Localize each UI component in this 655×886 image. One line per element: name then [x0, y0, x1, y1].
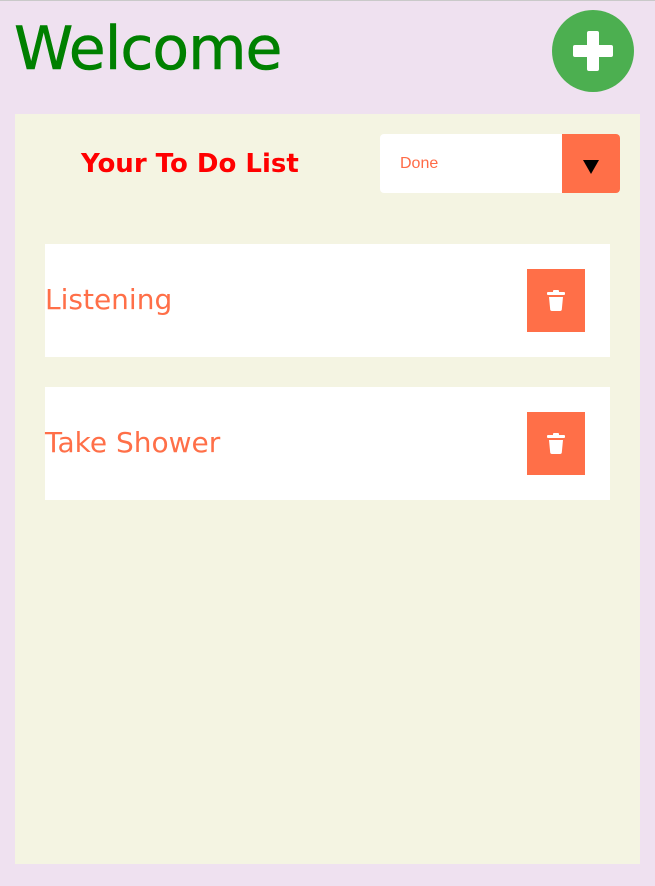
plus-icon	[573, 31, 613, 71]
trash-icon	[547, 433, 565, 454]
filter-select[interactable]: Done	[380, 134, 620, 193]
list-title: Your To Do List	[81, 149, 299, 179]
caret-down-icon	[583, 160, 599, 174]
add-todo-button[interactable]	[552, 10, 634, 92]
todo-item-text: Take Shower	[45, 426, 221, 459]
todo-item: Listening	[45, 244, 610, 357]
trash-icon	[547, 290, 565, 311]
page-title: Welcome	[14, 14, 283, 84]
delete-todo-button[interactable]	[527, 269, 585, 332]
filter-selected-value: Done	[400, 155, 439, 172]
todo-item-text: Listening	[45, 283, 173, 316]
delete-todo-button[interactable]	[527, 412, 585, 475]
filter-dropdown-toggle[interactable]	[562, 134, 620, 193]
todo-item: Take Shower	[45, 387, 610, 500]
todo-panel: Your To Do List Done Listening Take Show…	[15, 114, 640, 864]
